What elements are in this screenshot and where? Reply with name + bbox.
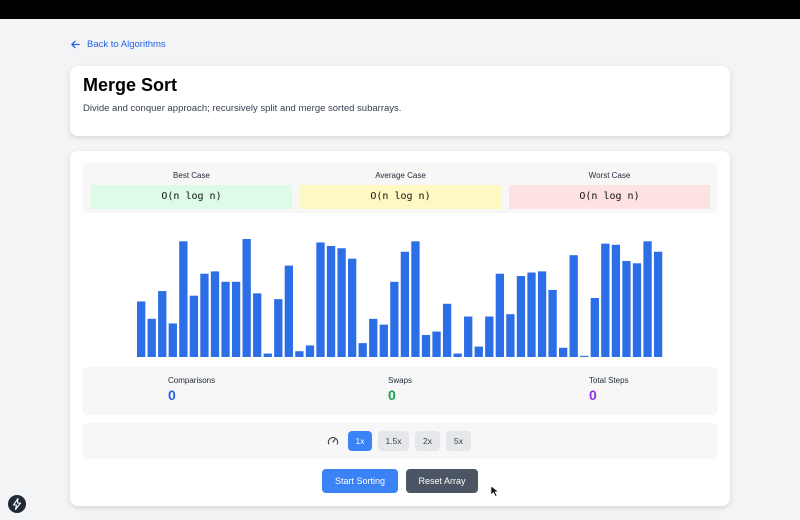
speed-controls: 1x 1.5x 2x 5x bbox=[82, 423, 718, 459]
array-bar bbox=[442, 303, 452, 357]
complexity-worst: Worst Case O(n log n) bbox=[509, 170, 710, 209]
array-bar bbox=[295, 351, 304, 357]
array-bar bbox=[189, 295, 199, 357]
stat-comparisons-value: 0 bbox=[168, 387, 176, 403]
array-bar bbox=[284, 265, 293, 357]
array-bar bbox=[390, 281, 399, 357]
array-bar bbox=[168, 323, 177, 357]
array-bar bbox=[316, 242, 325, 357]
array-bar bbox=[537, 271, 547, 357]
array-bar bbox=[601, 243, 610, 357]
array-bar bbox=[242, 239, 251, 357]
array-bars bbox=[82, 227, 718, 357]
array-bar bbox=[179, 241, 188, 357]
visualizer-card: Best Case O(n log n) Average Case O(n lo… bbox=[70, 151, 730, 506]
array-bar bbox=[506, 314, 515, 357]
header-card: Merge Sort Divide and conquer approach; … bbox=[70, 66, 730, 136]
array-bar bbox=[231, 281, 241, 357]
array-bar bbox=[147, 318, 156, 357]
start-sorting-button[interactable]: Start Sorting bbox=[322, 469, 398, 493]
array-bar bbox=[474, 346, 483, 357]
stat-swaps-value: 0 bbox=[388, 387, 396, 403]
stat-swaps: Swaps 0 bbox=[388, 376, 412, 403]
array-bar bbox=[253, 293, 262, 357]
bolt-badge[interactable] bbox=[8, 495, 26, 513]
array-bar bbox=[400, 251, 410, 357]
array-bar bbox=[485, 316, 494, 357]
arrow-left-icon bbox=[71, 40, 80, 48]
array-bar bbox=[632, 263, 642, 357]
array-bar bbox=[432, 331, 441, 357]
back-link-label: Back to Algorithms bbox=[87, 38, 166, 50]
back-to-algorithms-link[interactable]: Back to Algorithms bbox=[70, 37, 166, 51]
speed-5x-button[interactable]: 5x bbox=[446, 431, 471, 451]
array-bar bbox=[611, 244, 621, 357]
array-bar bbox=[495, 273, 504, 357]
array-bar bbox=[411, 241, 420, 357]
array-bar bbox=[516, 276, 526, 357]
array-bar bbox=[358, 343, 367, 357]
stats-panel: Comparisons 0 Swaps 0 Total Steps 0 bbox=[82, 367, 718, 415]
array-bar bbox=[158, 291, 167, 357]
array-bar bbox=[559, 347, 568, 357]
complexity-panel: Best Case O(n log n) Average Case O(n lo… bbox=[82, 163, 718, 213]
complexity-best-label: Best Case bbox=[173, 171, 210, 180]
array-bar bbox=[569, 255, 578, 357]
complexity-average-value: O(n log n) bbox=[300, 185, 501, 209]
page-description: Divide and conquer approach; recursively… bbox=[83, 103, 402, 114]
complexity-best-value: O(n log n) bbox=[91, 185, 292, 209]
array-bar bbox=[305, 345, 315, 357]
array-bar bbox=[590, 298, 599, 357]
gauge-icon bbox=[327, 437, 339, 445]
array-bar bbox=[326, 245, 336, 357]
array-bar bbox=[369, 318, 378, 357]
array-bar bbox=[548, 289, 557, 357]
speed-1-5x-button[interactable]: 1.5x bbox=[378, 431, 409, 451]
stat-total-steps: Total Steps 0 bbox=[589, 376, 629, 403]
array-bar bbox=[622, 260, 631, 357]
complexity-worst-label: Worst Case bbox=[588, 171, 631, 180]
array-bar bbox=[210, 271, 220, 357]
array-bar bbox=[653, 251, 663, 357]
array-bar bbox=[580, 355, 589, 357]
stat-comparisons: Comparisons 0 bbox=[168, 376, 215, 403]
array-bar bbox=[464, 316, 473, 357]
reset-array-button[interactable]: Reset Array bbox=[406, 469, 478, 493]
array-bar bbox=[421, 335, 431, 357]
stat-swaps-label: Swaps bbox=[388, 376, 413, 385]
array-bar bbox=[379, 324, 388, 357]
mouse-cursor-icon bbox=[490, 485, 500, 497]
array-bar bbox=[200, 273, 209, 357]
array-bar bbox=[643, 241, 652, 357]
stat-total-steps-label: Total Steps bbox=[589, 376, 629, 385]
stat-total-steps-value: 0 bbox=[589, 387, 597, 403]
complexity-average-label: Average Case bbox=[375, 171, 426, 180]
bolt-icon bbox=[12, 497, 22, 511]
array-bars-svg bbox=[137, 239, 663, 357]
array-bar bbox=[274, 299, 283, 357]
complexity-average: Average Case O(n log n) bbox=[300, 170, 501, 209]
array-bar bbox=[263, 353, 272, 357]
array-bar bbox=[137, 301, 146, 357]
array-bar bbox=[348, 258, 357, 357]
speed-1x-button[interactable]: 1x bbox=[348, 431, 372, 451]
speed-2x-button[interactable]: 2x bbox=[415, 431, 440, 451]
top-black-bar bbox=[0, 0, 800, 19]
array-bar bbox=[527, 272, 536, 357]
page-title: Merge Sort bbox=[83, 75, 178, 95]
complexity-worst-value: O(n log n) bbox=[509, 185, 710, 209]
array-bar bbox=[337, 248, 346, 357]
stat-comparisons-label: Comparisons bbox=[168, 376, 216, 385]
complexity-best: Best Case O(n log n) bbox=[91, 170, 292, 209]
array-bar bbox=[453, 353, 462, 357]
array-bar bbox=[221, 281, 230, 357]
